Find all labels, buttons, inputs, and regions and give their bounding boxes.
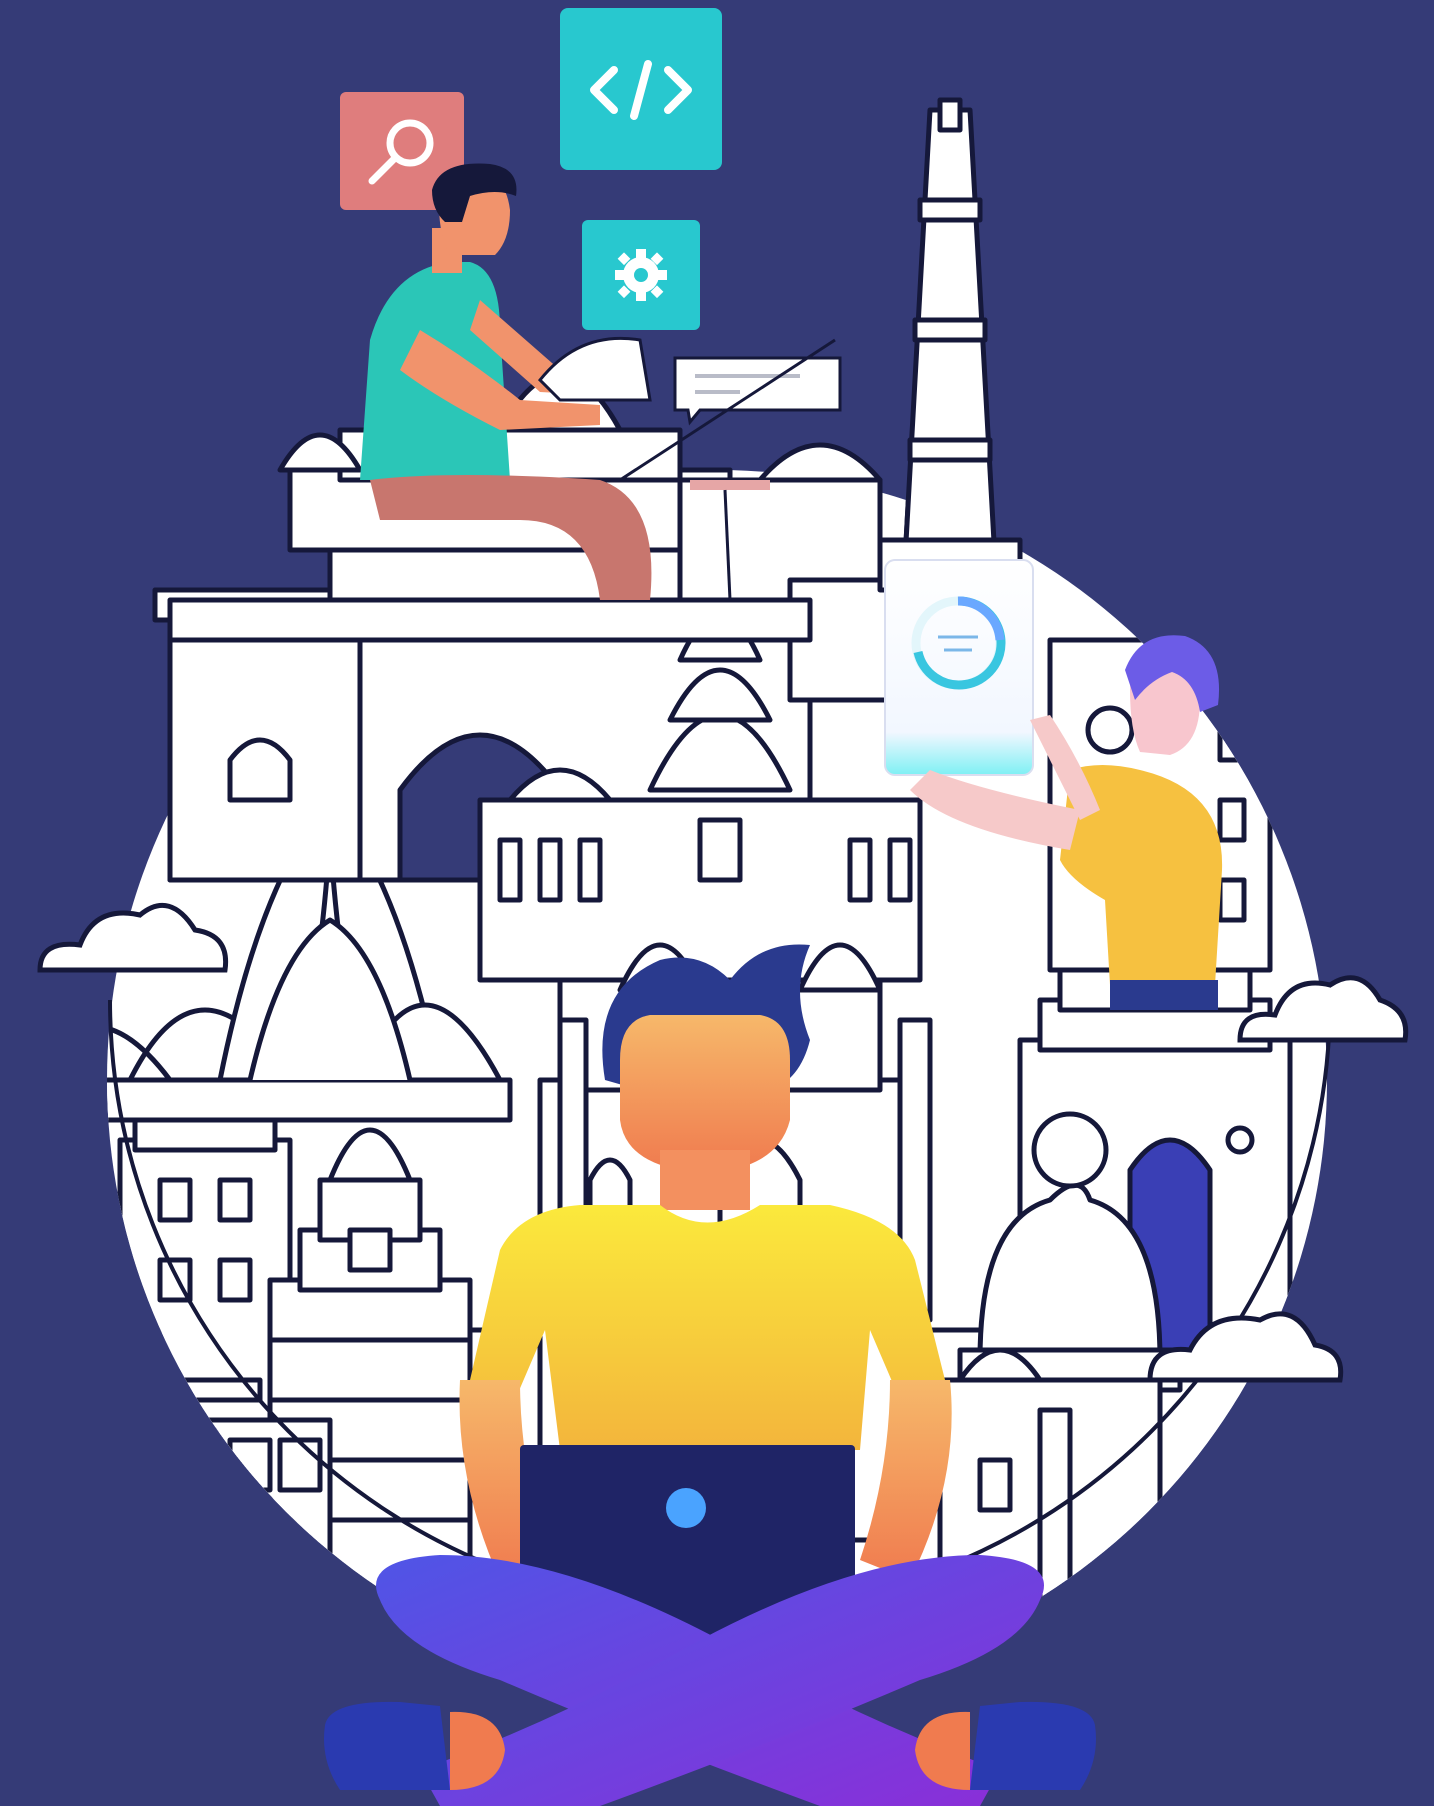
code-tile xyxy=(560,8,722,170)
settings-tile xyxy=(582,220,700,330)
india-tech-illustration xyxy=(0,0,1434,1806)
gear-icon xyxy=(615,249,667,301)
